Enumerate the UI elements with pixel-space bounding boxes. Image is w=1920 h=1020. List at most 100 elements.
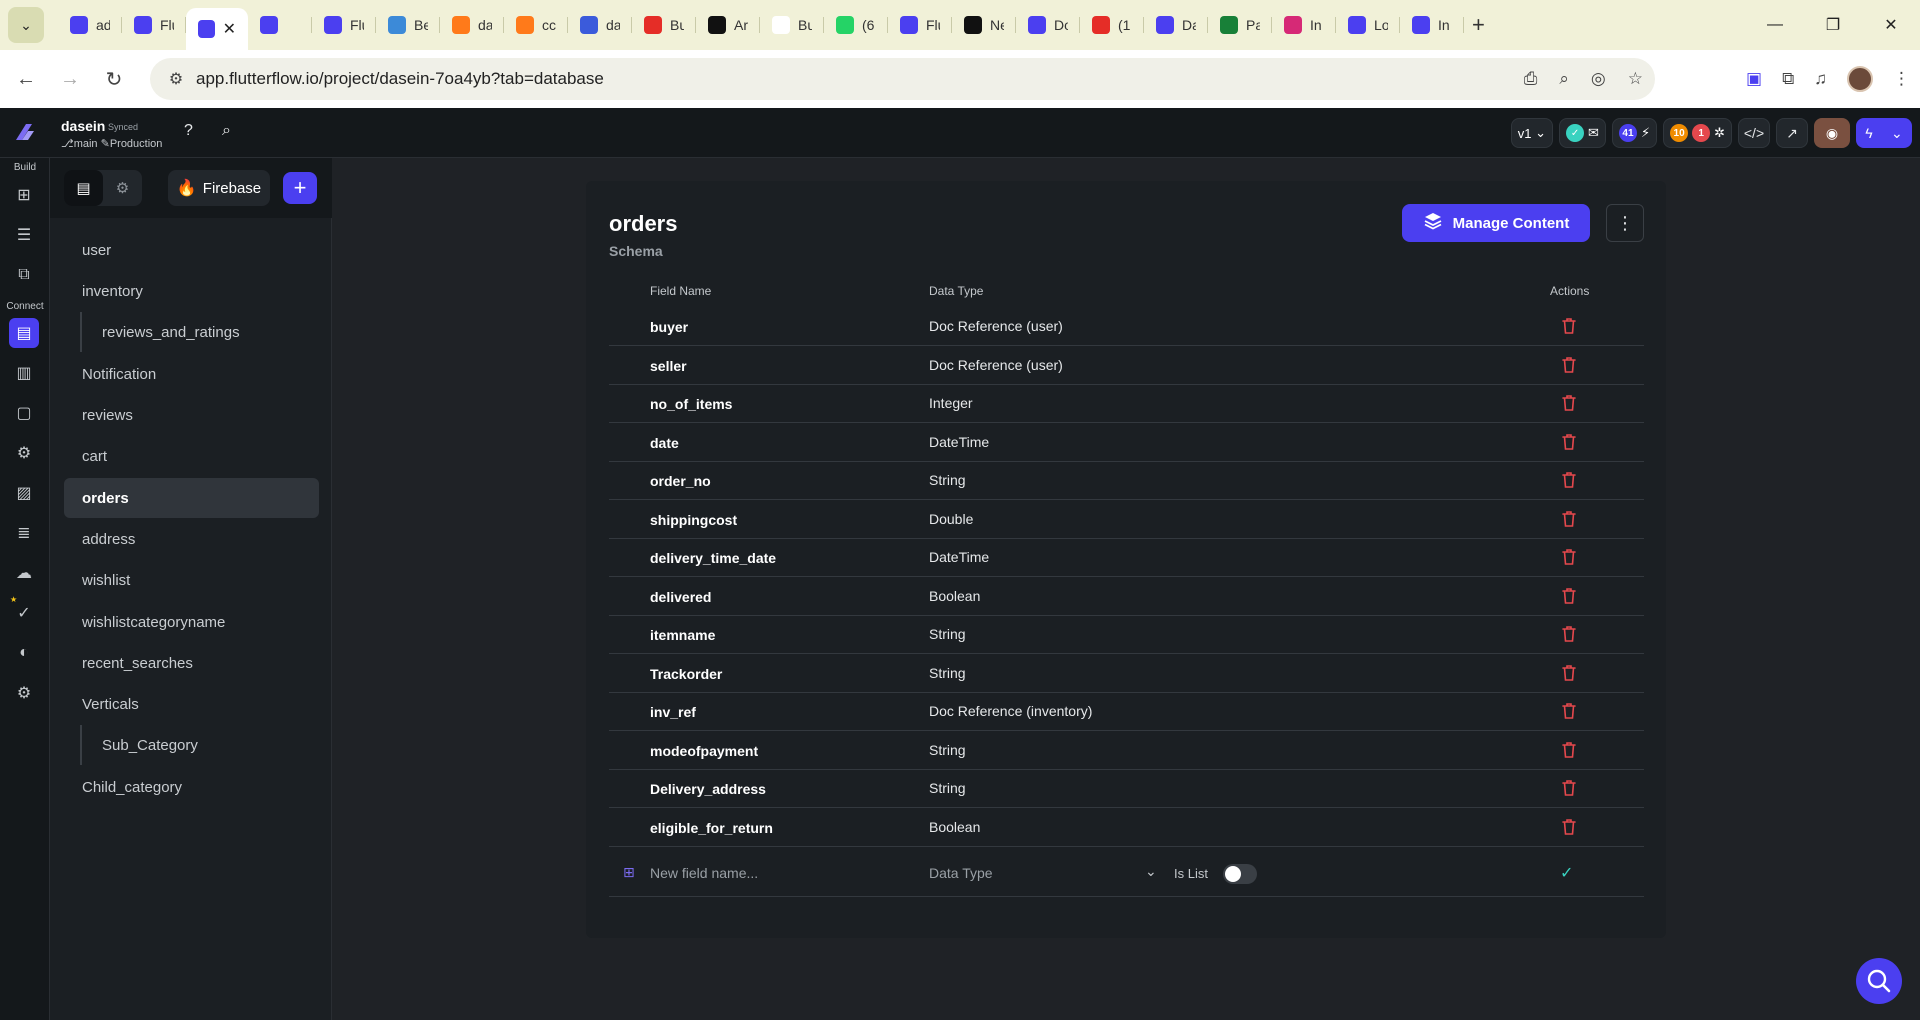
field-data-type[interactable]: DateTime (929, 434, 989, 450)
field-data-type[interactable]: Doc Reference (user) (929, 318, 1063, 334)
browser-tab[interactable]: Pa (1208, 7, 1272, 43)
firestore-settings-icon[interactable]: ⚙ (103, 170, 142, 206)
collections-view-icon[interactable]: ▤ (64, 170, 103, 206)
extensions-puzzle-icon[interactable]: ⧉ (1782, 69, 1794, 89)
url-text[interactable]: app.flutterflow.io/project/dasein-7oa4yb… (196, 69, 604, 89)
add-collection-button[interactable]: + (283, 172, 317, 204)
field-name[interactable]: buyer (650, 319, 688, 335)
delete-field-icon[interactable] (1558, 816, 1580, 838)
field-name[interactable]: order_no (650, 473, 711, 489)
collection-item[interactable]: Sub_Category (80, 725, 319, 765)
field-name[interactable]: Delivery_address (650, 781, 766, 797)
collection-item[interactable]: Notification (64, 354, 319, 394)
delete-field-icon[interactable] (1558, 354, 1580, 376)
field-name[interactable]: modeofpayment (650, 743, 758, 759)
close-window-icon[interactable]: ✕ (1862, 15, 1920, 35)
preview-eye-icon[interactable]: ◉ (1814, 118, 1850, 148)
field-data-type[interactable]: String (929, 742, 966, 758)
delete-field-icon[interactable] (1558, 585, 1580, 607)
browser-tab[interactable]: Ne (952, 7, 1016, 43)
field-data-type[interactable]: String (929, 626, 966, 642)
collection-item[interactable]: inventory (64, 271, 319, 311)
field-name[interactable]: seller (650, 358, 687, 374)
media-assets-icon[interactable]: ▨ (9, 478, 39, 508)
chevron-down-icon[interactable]: ⌄ (1891, 125, 1903, 142)
new-field-name-input[interactable]: New field name... (650, 865, 758, 881)
browser-tab[interactable]: Ar (696, 7, 760, 43)
browser-tab[interactable]: Bu (632, 7, 696, 43)
minimize-icon[interactable]: — (1746, 16, 1804, 34)
project-name[interactable]: dasein (61, 118, 105, 134)
is-list-toggle[interactable] (1223, 864, 1257, 884)
field-name[interactable]: Trackorder (650, 666, 722, 682)
field-name[interactable]: inv_ref (650, 704, 696, 720)
delete-field-icon[interactable] (1558, 431, 1580, 453)
install-app-icon[interactable]: ⎙ (1524, 69, 1538, 89)
profile-avatar[interactable] (1847, 66, 1873, 92)
cloud-functions-icon[interactable]: ☁ (9, 558, 39, 588)
warnings-group[interactable]: 10 1 ✲ (1663, 118, 1732, 148)
media-control-icon[interactable]: ♫ (1814, 69, 1827, 89)
theme-icon[interactable]: ◐ (9, 638, 39, 668)
field-name[interactable]: shippingcost (650, 512, 737, 528)
collection-item[interactable]: user (64, 230, 319, 270)
support-chat-button[interactable] (1856, 958, 1902, 1004)
browser-tab[interactable]: Da (1144, 7, 1208, 43)
browser-tab[interactable]: ad (58, 7, 122, 43)
collection-item[interactable]: orders (64, 478, 319, 518)
widget-add-icon[interactable]: ⊞ (9, 180, 39, 210)
field-data-type[interactable]: Boolean (929, 588, 980, 604)
custom-code-icon[interactable]: ⚙ (9, 438, 39, 468)
run-button[interactable]: ϟ ⌄ (1856, 118, 1912, 148)
search-icon[interactable]: ⌕ (222, 122, 231, 140)
testing-icon[interactable]: ✓ (9, 598, 39, 628)
collection-item[interactable]: reviews (64, 395, 319, 435)
back-icon[interactable]: ← (8, 61, 44, 97)
browser-tab[interactable]: (1 (1080, 7, 1144, 43)
flutterflow-logo-icon[interactable] (12, 120, 38, 146)
eye-off-icon[interactable]: ◎ (1591, 69, 1606, 89)
browser-menu-icon[interactable]: ⋮ (1893, 69, 1910, 89)
api-calls-icon[interactable]: ≣ (9, 518, 39, 548)
browser-tab[interactable]: da (440, 7, 504, 43)
browser-tab[interactable]: In (1272, 7, 1336, 43)
delete-field-icon[interactable] (1558, 546, 1580, 568)
field-data-type[interactable]: String (929, 665, 966, 681)
collection-item[interactable]: wishlistcategoryname (64, 602, 319, 642)
page-list-icon[interactable]: ☰ (9, 220, 39, 250)
app-state-icon[interactable]: ▢ (9, 398, 39, 428)
browser-tab[interactable]: Flu (122, 7, 186, 43)
field-name[interactable]: itemname (650, 627, 715, 643)
collection-item[interactable]: reviews_and_ratings (80, 312, 319, 352)
field-data-type[interactable]: DateTime (929, 549, 989, 565)
code-icon[interactable]: </> (1738, 118, 1770, 148)
close-tab-icon[interactable]: ✕ (223, 19, 236, 39)
collection-item[interactable]: address (64, 519, 319, 559)
tab-search-button[interactable]: ⌄ (8, 7, 44, 43)
field-data-type[interactable]: Double (929, 511, 973, 527)
chevron-down-icon[interactable]: ⌄ (1145, 863, 1157, 880)
browser-tab[interactable]: Lo (1336, 7, 1400, 43)
extension-icon[interactable]: ▣ (1746, 69, 1762, 89)
zoom-icon[interactable]: ⌕ (1559, 69, 1569, 89)
delete-field-icon[interactable] (1558, 392, 1580, 414)
browser-tab[interactable]: In (1400, 7, 1464, 43)
field-name[interactable]: no_of_items (650, 396, 732, 412)
field-data-type[interactable]: String (929, 472, 966, 488)
settings-icon[interactable]: ⚙ (9, 678, 39, 708)
field-data-type[interactable]: String (929, 780, 966, 796)
browser-tab[interactable]: Be (376, 7, 440, 43)
browser-tab[interactable]: cc (504, 7, 568, 43)
reload-icon[interactable]: ↻ (96, 61, 132, 97)
browser-tab[interactable]: Do (1016, 7, 1080, 43)
collection-item[interactable]: Child_category (64, 767, 319, 807)
field-name[interactable]: date (650, 435, 679, 451)
firestore-database-icon[interactable]: ▤ (9, 318, 39, 348)
agent-group[interactable]: 41 ⚡ (1611, 118, 1658, 148)
field-data-type[interactable]: Boolean (929, 819, 980, 835)
firebase-button[interactable]: 🔥 Firebase (168, 170, 270, 206)
storyboard-icon[interactable]: ⧉ (9, 260, 39, 290)
data-type-select[interactable]: Data Type (929, 865, 993, 881)
open-external-icon[interactable]: ↗ (1776, 118, 1808, 148)
collection-item[interactable]: cart (64, 436, 319, 476)
